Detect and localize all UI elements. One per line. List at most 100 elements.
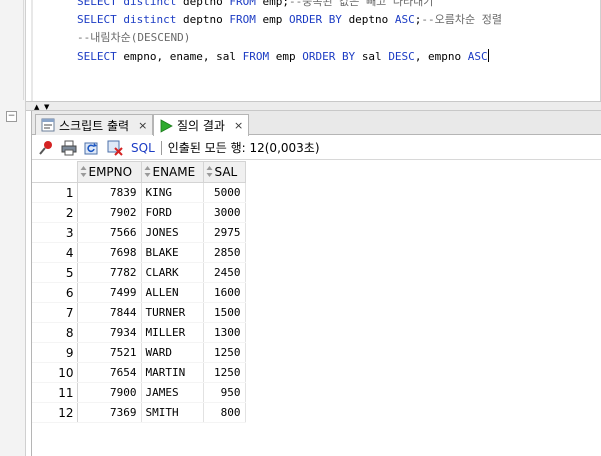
row-number: 3 (32, 222, 78, 243)
row-number-header (32, 161, 78, 183)
sql-text: deptno (182, 0, 230, 8)
cell-empno[interactable]: 7934 (77, 322, 142, 343)
cell-ename[interactable]: MARTIN (141, 362, 204, 383)
cell-empno[interactable]: 7369 (77, 402, 142, 423)
cell-sal[interactable]: 5000 (203, 182, 246, 203)
cell-sal[interactable]: 3000 (203, 202, 246, 223)
cell-sal[interactable]: 950 (203, 382, 246, 403)
cell-ename[interactable]: TURNER (141, 302, 204, 323)
sql-keyword: SELECT distinct (77, 13, 183, 26)
tab-label: 스크립트 출력 (59, 118, 130, 133)
cell-sal[interactable]: 2975 (203, 222, 246, 243)
expand-up-icon[interactable]: ▲ (34, 103, 39, 111)
table-row[interactable]: 10 7654 MARTIN 1250 (32, 362, 246, 383)
cell-empno[interactable]: 7900 (77, 382, 142, 403)
cell-ename[interactable]: ALLEN (141, 282, 204, 303)
code-line[interactable]: SELECT empno, ename, sal FROM emp ORDER … (77, 49, 489, 63)
cancel-query-icon[interactable] (106, 139, 124, 157)
cell-ename[interactable]: CLARK (141, 262, 204, 283)
sql-comment: --내림차순(DESCEND) (77, 31, 191, 44)
cell-empno[interactable]: 7654 (77, 362, 142, 383)
cell-empno[interactable]: 7782 (77, 262, 142, 283)
cell-ename[interactable]: BLAKE (141, 242, 204, 263)
sql-keyword: SELECT distinct (77, 0, 183, 8)
results-panel: 스크립트 출력 × 질의 결과 × SQL 인출된 모든 행: 12(0,003… (31, 111, 601, 456)
row-number: 9 (32, 342, 78, 363)
cell-empno[interactable]: 7698 (77, 242, 142, 263)
results-grid[interactable]: EMPNO ENAME SAL 1 7839 KING 5000 2 7902 FORD 30… (32, 161, 246, 423)
code-line[interactable]: SELECT distinct deptno FROM emp;--중복된 값은… (77, 0, 433, 9)
cell-empno[interactable]: 7844 (77, 302, 142, 323)
sort-icon[interactable] (144, 165, 151, 178)
row-number: 5 (32, 262, 78, 283)
tab-script-output[interactable]: 스크립트 출력 × (35, 114, 154, 135)
table-row[interactable]: 5 7782 CLARK 2450 (32, 262, 246, 283)
code-line[interactable]: --내림차순(DESCEND) (77, 29, 190, 45)
collapse-down-icon[interactable]: ▼ (44, 103, 49, 111)
tab-label: 질의 결과 (177, 119, 225, 133)
fetched-rows-status: 인출된 모든 행: 12(0,003초) (167, 141, 320, 155)
cell-sal[interactable]: 2450 (203, 262, 246, 283)
table-row[interactable]: 2 7902 FORD 3000 (32, 202, 246, 223)
column-header-sal[interactable]: SAL (202, 161, 246, 183)
cell-sal[interactable]: 1500 (203, 302, 246, 323)
cell-ename[interactable]: MILLER (141, 322, 204, 343)
table-row[interactable]: 3 7566 JONES 2975 (32, 222, 246, 243)
cell-empno[interactable]: 7839 (77, 182, 142, 203)
close-icon[interactable]: × (234, 119, 243, 132)
sql-text: sal (361, 50, 389, 63)
sort-icon[interactable] (206, 165, 213, 178)
grid-header-row: EMPNO ENAME SAL (32, 161, 246, 183)
table-row[interactable]: 12 7369 SMITH 800 (32, 402, 246, 423)
sql-keyword: SELECT (77, 50, 124, 63)
sql-editor[interactable]: SELECT distinct deptno FROM emp;--중복된 값은… (26, 0, 601, 101)
sql-keyword: ASC (394, 13, 415, 26)
panel-splitter[interactable]: ▲ ▼ (26, 101, 601, 111)
sort-icon[interactable] (80, 165, 87, 178)
table-row[interactable]: 4 7698 BLAKE 2850 (32, 242, 246, 263)
table-row[interactable]: 1 7839 KING 5000 (32, 182, 246, 203)
table-row[interactable]: 8 7934 MILLER 1300 (32, 322, 246, 343)
cell-empno[interactable]: 7499 (77, 282, 142, 303)
cell-sal[interactable]: 2850 (203, 242, 246, 263)
cell-empno[interactable]: 7902 (77, 202, 142, 223)
sql-keyword: FROM (242, 50, 276, 63)
table-row[interactable]: 9 7521 WARD 1250 (32, 342, 246, 363)
results-toolbar: SQL 인출된 모든 행: 12(0,003초) (32, 136, 601, 160)
cell-ename[interactable]: WARD (141, 342, 204, 363)
cell-ename[interactable]: JAMES (141, 382, 204, 403)
sql-keyword: ORDER BY (302, 50, 362, 63)
cell-sal[interactable]: 1250 (203, 342, 246, 363)
sql-keyword: FROM (229, 0, 263, 8)
cell-empno[interactable]: 7521 (77, 342, 142, 363)
tab-query-result[interactable]: 질의 결과 × (153, 114, 250, 136)
cell-sal[interactable]: 1600 (203, 282, 246, 303)
sql-text: deptno (182, 13, 230, 26)
fold-collapse-icon[interactable]: − (6, 111, 17, 122)
cell-empno[interactable]: 7566 (77, 222, 142, 243)
results-tabbar: 스크립트 출력 × 질의 결과 × (32, 111, 601, 136)
pin-icon[interactable] (37, 139, 55, 157)
sql-text: deptno (348, 13, 395, 26)
code-line[interactable]: SELECT distinct deptno FROM emp ORDER BY… (77, 11, 502, 27)
cell-ename[interactable]: FORD (141, 202, 204, 223)
print-icon[interactable] (60, 139, 78, 157)
table-row[interactable]: 11 7900 JAMES 950 (32, 382, 246, 403)
cell-sal[interactable]: 1300 (203, 322, 246, 343)
cell-ename[interactable]: KING (141, 182, 204, 203)
cell-sal[interactable]: 800 (203, 402, 246, 423)
table-row[interactable]: 6 7499 ALLEN 1600 (32, 282, 246, 303)
cell-ename[interactable]: JONES (141, 222, 204, 243)
cell-ename[interactable]: SMITH (141, 402, 204, 423)
column-header-empno[interactable]: EMPNO (76, 161, 142, 183)
sql-comment: --오름차순 정렬 (421, 13, 503, 26)
refresh-query-icon[interactable] (83, 139, 101, 157)
sql-comment: --중복된 값은 빼고 나타내기 (288, 0, 434, 8)
line-number-gutter (14, 0, 24, 100)
column-header-ename[interactable]: ENAME (140, 161, 204, 183)
cell-sal[interactable]: 1250 (203, 362, 246, 383)
table-row[interactable]: 7 7844 TURNER 1500 (32, 302, 246, 323)
close-icon[interactable]: × (138, 119, 147, 132)
sql-keyword: DESC (388, 50, 415, 63)
sql-button[interactable]: SQL (131, 141, 155, 155)
